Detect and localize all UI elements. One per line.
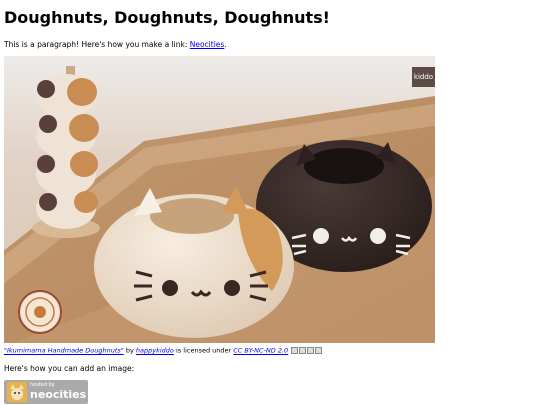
neocities-cat-icon <box>7 381 27 402</box>
neocities-link[interactable]: Neocities <box>190 40 225 49</box>
license-badges <box>291 346 323 355</box>
neocities-badge[interactable]: hosted by neocities <box>4 379 88 404</box>
nc-icon <box>307 346 315 354</box>
caption-by: by <box>125 346 134 355</box>
license-link[interactable]: CC BY-NC-ND 2.0 <box>233 347 288 355</box>
intro-text: This is a paragraph! Here's how you make… <box>4 40 188 49</box>
caption-licensed: is licensed under <box>176 346 232 355</box>
photo-caption: "Ikumimama Handmade Doughnuts" by happyk… <box>4 346 536 356</box>
work-title-link[interactable]: "Ikumimama Handmade Doughnuts" <box>4 347 124 355</box>
page-title: Doughnuts, Doughnuts, Doughnuts! <box>4 8 330 27</box>
by-icon <box>299 346 307 354</box>
page: Doughnuts, Doughnuts, Doughnuts! This is… <box>0 0 540 404</box>
intro-end: . <box>224 40 227 49</box>
doughnut-photo: kiddo <box>4 56 435 343</box>
neocities-brand-text: neocities <box>30 387 87 401</box>
author-link[interactable]: happykiddo <box>136 347 174 355</box>
intro-paragraph: This is a paragraph! Here's how you make… <box>4 40 536 50</box>
doughnut-photo-art <box>4 56 435 343</box>
photo-watermark: kiddo <box>412 67 435 87</box>
nd-icon <box>315 346 323 354</box>
cc-icon <box>291 346 299 354</box>
image-paragraph: Here's how you can add an image: <box>4 363 135 373</box>
